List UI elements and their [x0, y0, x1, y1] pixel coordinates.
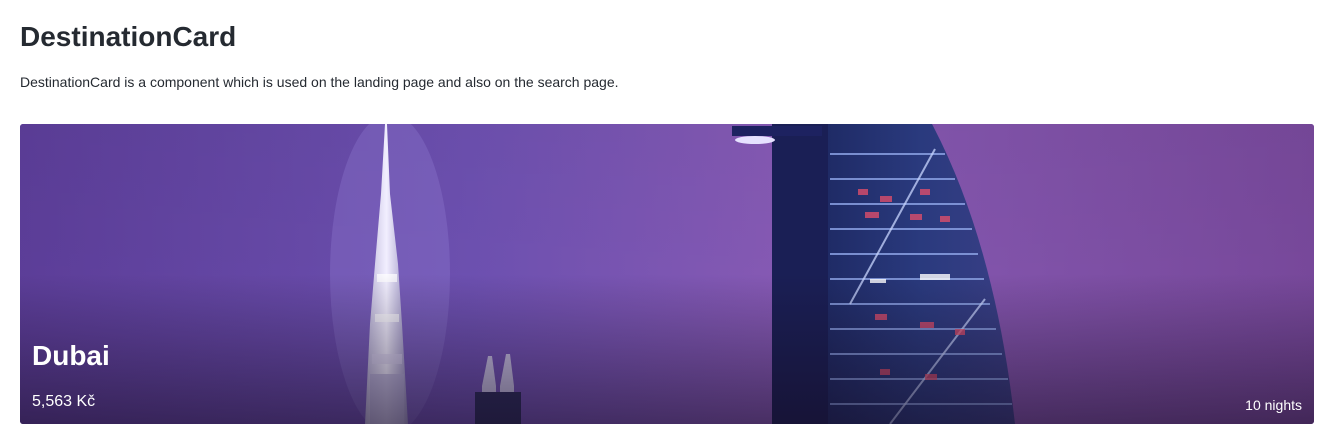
destination-card[interactable]: Dubai 5,563 Kč 10 nights [20, 124, 1314, 424]
page: DestinationCard DestinationCard is a com… [0, 0, 1334, 444]
destination-price: 5,563 Kč [32, 393, 96, 410]
destination-city: Dubai [32, 340, 110, 371]
page-title: DestinationCard [20, 21, 237, 52]
destination-nights: 10 nights [1245, 397, 1302, 413]
card-shade [20, 124, 1314, 424]
page-description: DestinationCard is a component which is … [20, 74, 619, 90]
